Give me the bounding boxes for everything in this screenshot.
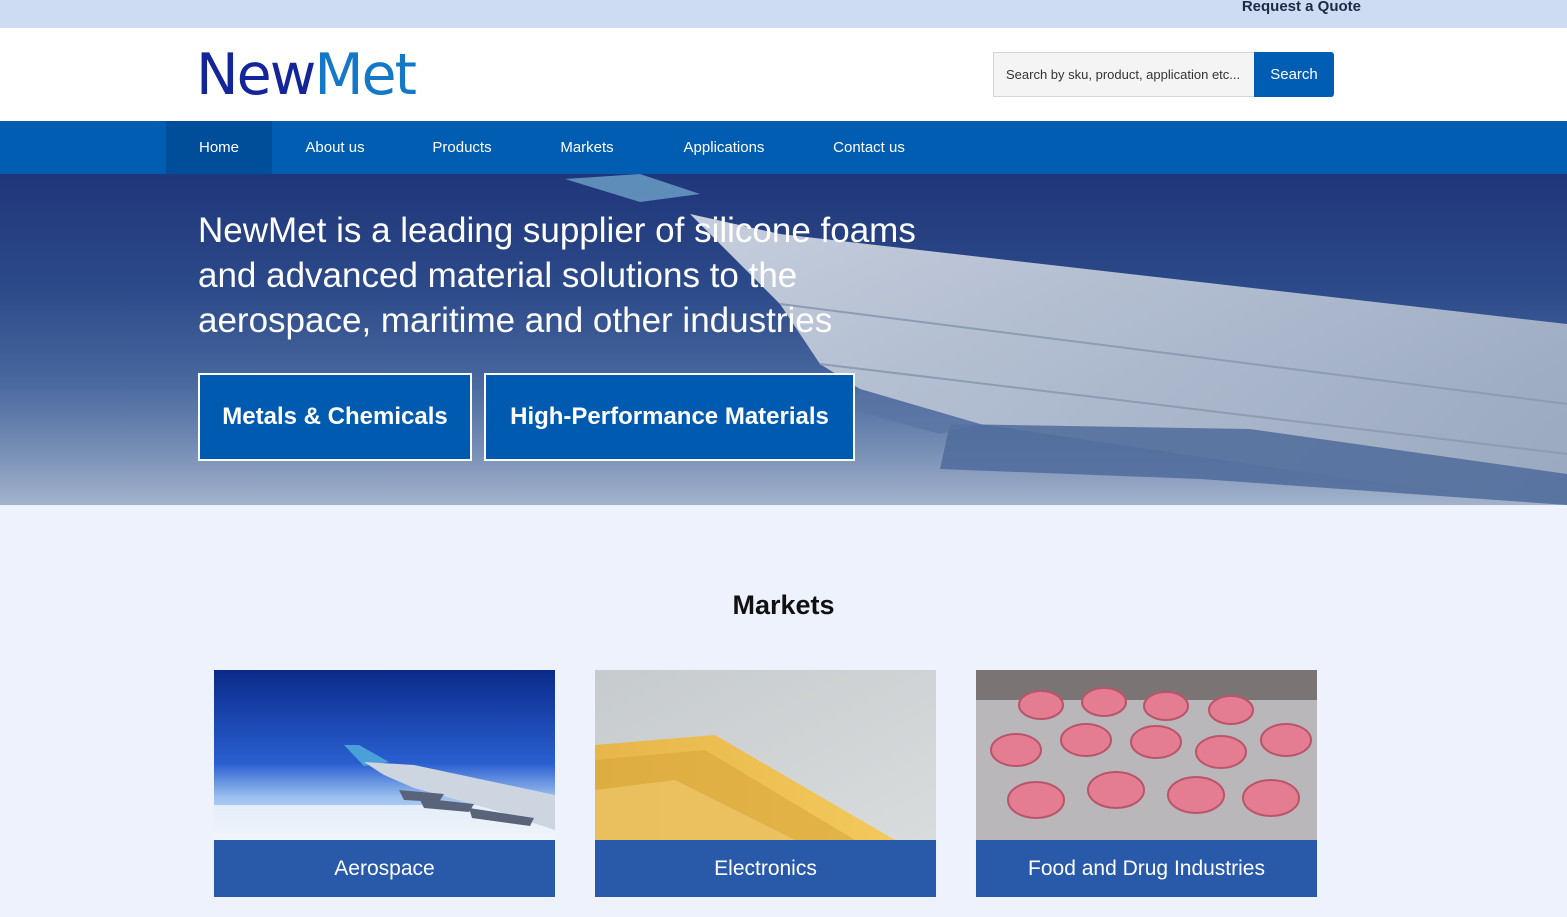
newmet-logo[interactable]: NewMet xyxy=(196,42,417,108)
nav-item-products[interactable]: Products xyxy=(414,121,510,174)
high-performance-materials-button[interactable]: High-Performance Materials xyxy=(484,373,855,461)
nav-item-markets[interactable]: Markets xyxy=(542,121,632,174)
nav-item-applications[interactable]: Applications xyxy=(664,121,784,174)
nav-item-home[interactable]: Home xyxy=(166,121,272,174)
search-input[interactable] xyxy=(993,52,1255,97)
hero-banner: NewMet is a leading supplier of silicone… xyxy=(0,174,1567,505)
site-header: NewMet Search xyxy=(0,28,1567,121)
circuit-pins-image xyxy=(595,670,936,840)
market-card-food-drug[interactable]: Food and Drug Industries xyxy=(976,670,1317,897)
pill-blister-image xyxy=(976,670,1317,840)
request-quote-link[interactable]: Request a Quote xyxy=(1242,0,1361,17)
logo-text-met: Met xyxy=(314,42,417,108)
airplane-wing-image xyxy=(214,670,555,840)
market-card-label: Aerospace xyxy=(214,840,555,897)
market-card-aerospace[interactable]: Aerospace xyxy=(214,670,555,897)
hero-headline: NewMet is a leading supplier of silicone… xyxy=(198,211,916,340)
main-nav: Home About us Products Markets Applicati… xyxy=(0,121,1567,174)
market-card-label: Food and Drug Industries xyxy=(976,840,1317,897)
nav-item-about-us[interactable]: About us xyxy=(288,121,382,174)
search-button[interactable]: Search xyxy=(1254,52,1334,97)
nav-item-contact-us[interactable]: Contact us xyxy=(816,121,922,174)
top-utility-bar: Request a Quote xyxy=(0,0,1567,28)
markets-section-title: Markets xyxy=(732,590,835,620)
market-card-label: Electronics xyxy=(595,840,936,897)
market-card-electronics[interactable]: Electronics xyxy=(595,670,936,897)
metals-chemicals-button[interactable]: Metals & Chemicals xyxy=(198,373,472,461)
logo-text-new: New xyxy=(196,42,316,108)
